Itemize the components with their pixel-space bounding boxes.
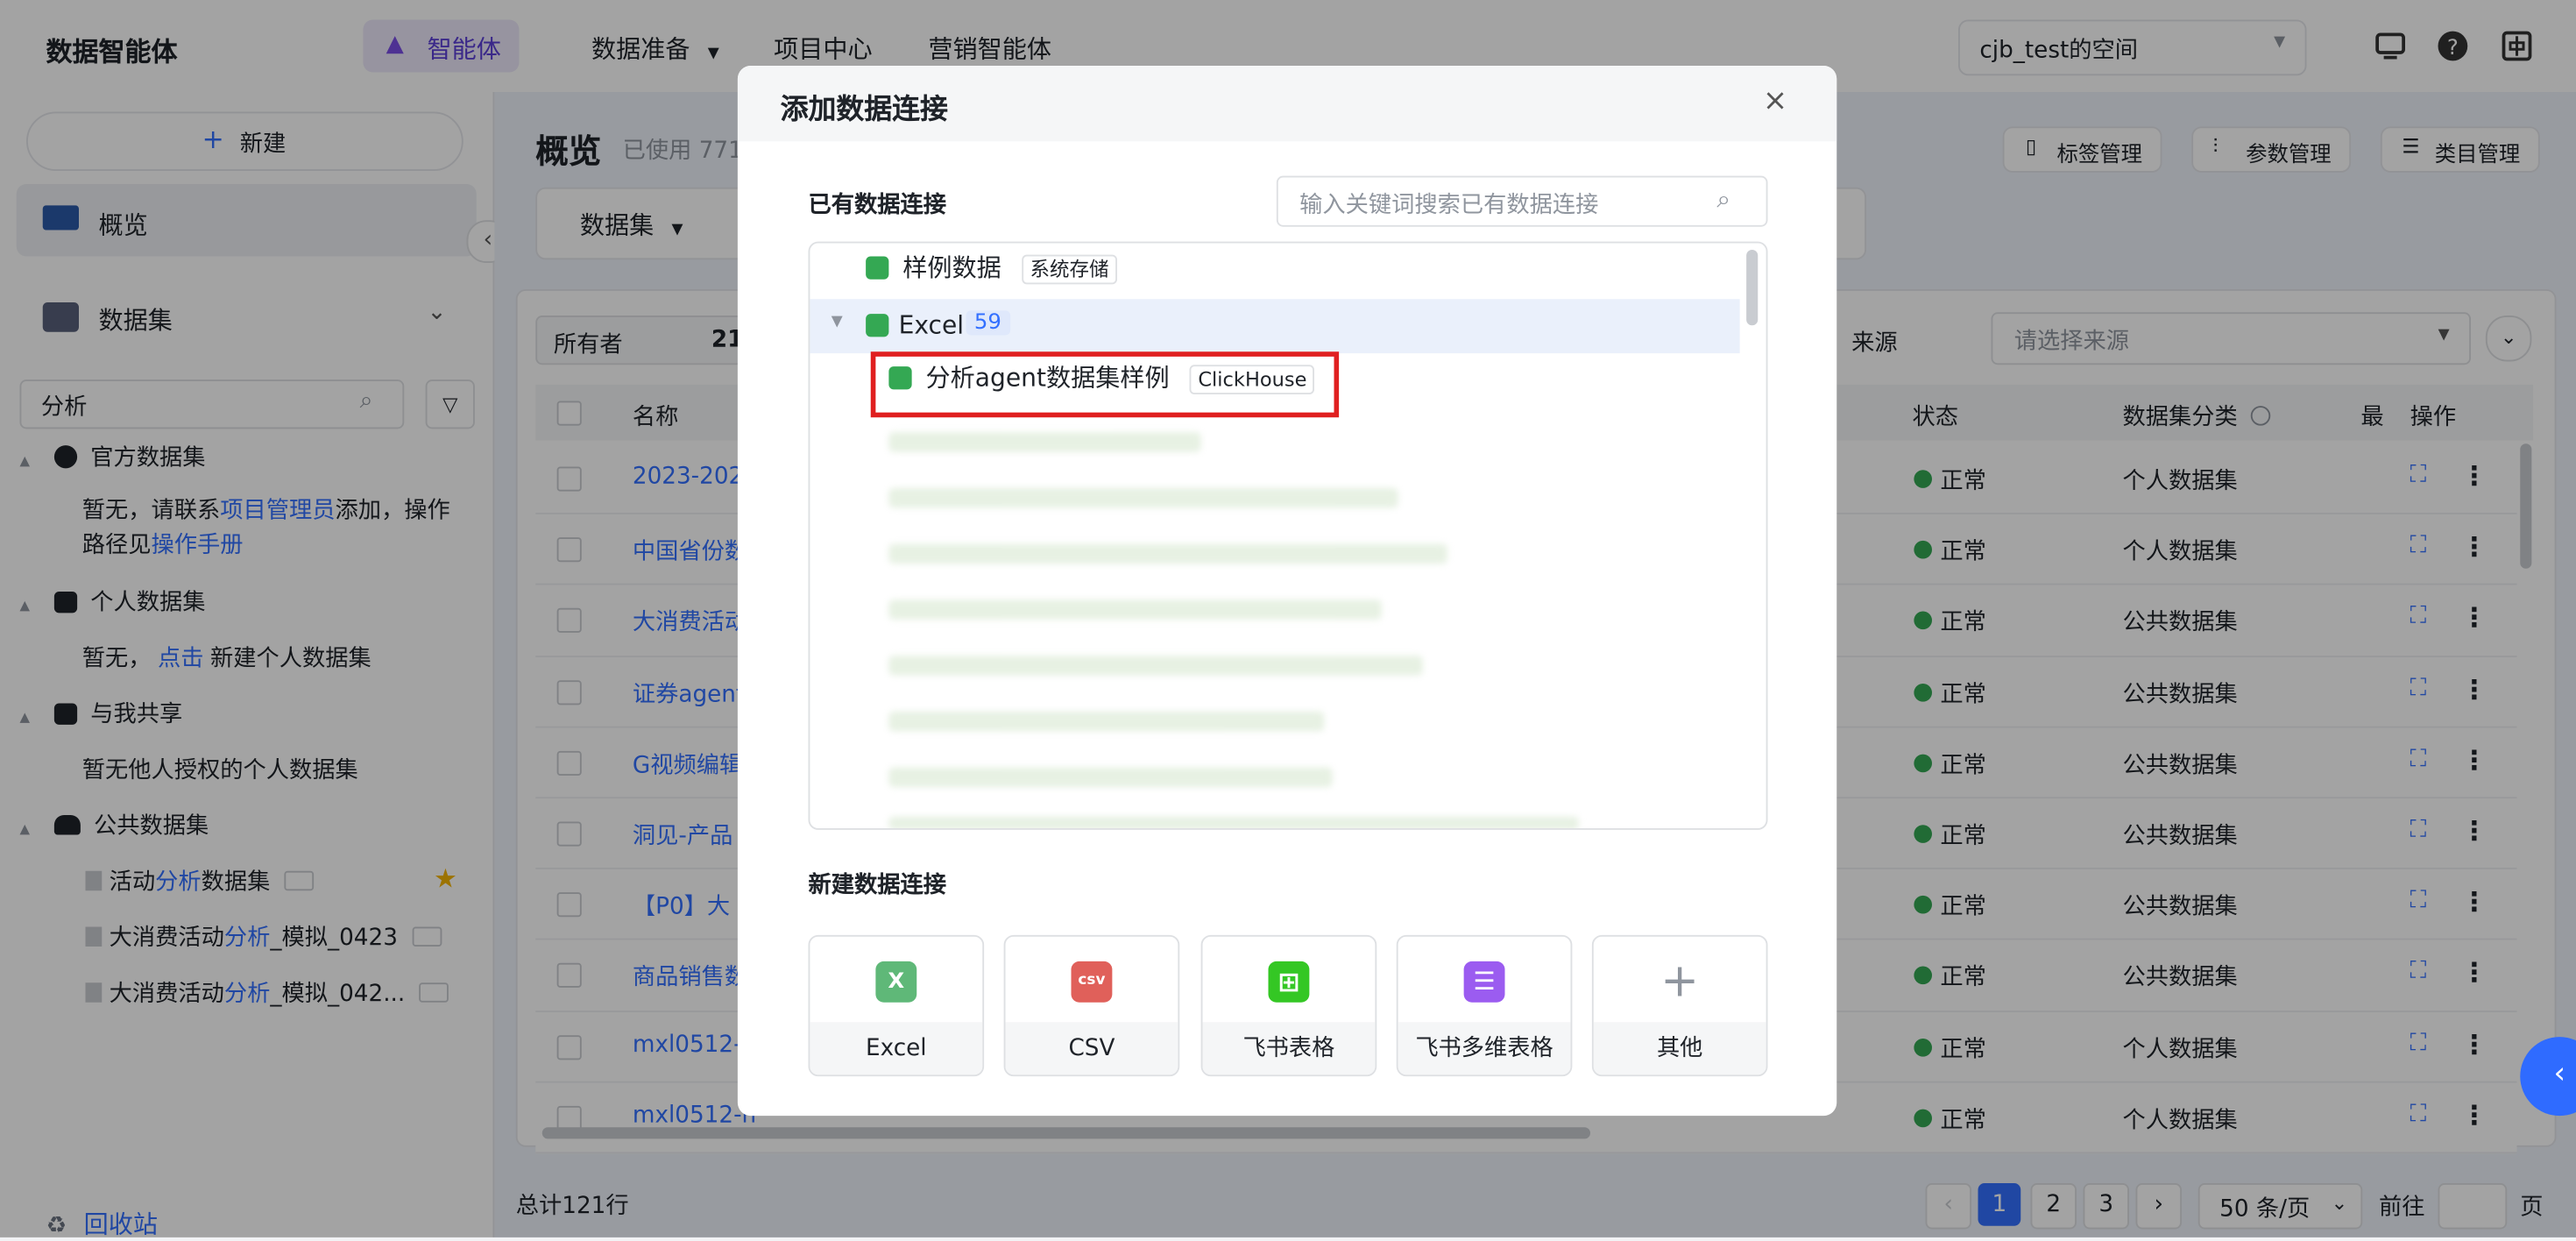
- existing-connections-label: 已有数据连接: [808, 192, 947, 219]
- bitable-icon: ☰: [1463, 961, 1505, 1003]
- new-excel-label: Excel: [810, 1022, 983, 1075]
- new-csv-label: CSV: [1005, 1022, 1178, 1075]
- excel-icon: [866, 314, 889, 337]
- blurred-connection-row[interactable]: [888, 599, 1382, 620]
- new-feishu-sheet-tile[interactable]: ⊞ 飞书表格: [1200, 934, 1377, 1077]
- dialog-title: 添加数据连接: [780, 93, 948, 127]
- connection-search-input[interactable]: 输入关键词搜索已有数据连接 ⌕: [1276, 175, 1768, 227]
- new-feishu-sheet-label: 飞书表格: [1202, 1022, 1376, 1075]
- highlight-box: [870, 351, 1340, 418]
- sample-data-icon: [866, 256, 889, 280]
- blurred-connection-row[interactable]: [888, 816, 1579, 828]
- tree-item-excel-label: Excel: [898, 310, 965, 341]
- close-icon[interactable]: ×: [1763, 84, 1787, 118]
- plus-icon: +: [1659, 953, 1701, 1008]
- blurred-connection-row[interactable]: [888, 487, 1398, 508]
- new-other-tile[interactable]: + 其他: [1591, 934, 1768, 1077]
- system-storage-tag: 系统存储: [1022, 254, 1117, 285]
- connection-tree: 样例数据 系统存储 ▼ Excel 59 分析agent数据集样例 ClickH…: [808, 241, 1768, 830]
- tree-item-excel-row[interactable]: ▼ Excel 59: [810, 299, 1740, 354]
- blurred-connection-row[interactable]: [888, 767, 1333, 788]
- grid-icon: ⊞: [1268, 961, 1310, 1003]
- add-data-connection-dialog: 添加数据连接 × 已有数据连接 输入关键词搜索已有数据连接 ⌕ 样例数据 系统存…: [737, 66, 1837, 1117]
- blurred-connection-row[interactable]: [888, 543, 1447, 564]
- connection-search-placeholder: 输入关键词搜索已有数据连接: [1299, 192, 1599, 219]
- new-feishu-bitable-label: 飞书多维表格: [1398, 1022, 1571, 1075]
- tree-item-sample[interactable]: 样例数据 系统存储: [866, 250, 1117, 293]
- expand-caret-icon[interactable]: ▼: [832, 314, 843, 330]
- new-feishu-bitable-tile[interactable]: ☰ 飞书多维表格: [1396, 934, 1573, 1077]
- tree-item-sample-label: 样例数据: [902, 252, 1001, 283]
- new-connection-label: 新建数据连接: [808, 872, 947, 899]
- new-other-label: 其他: [1593, 1022, 1766, 1075]
- blurred-connection-row[interactable]: [888, 432, 1201, 452]
- excel-count-badge: 59: [966, 310, 1010, 336]
- new-csv-tile[interactable]: csv CSV: [1003, 934, 1180, 1077]
- csv-icon: csv: [1071, 961, 1113, 1003]
- blurred-connection-row[interactable]: [888, 656, 1423, 676]
- blurred-connection-row[interactable]: [888, 711, 1325, 732]
- excel-icon: X: [875, 961, 917, 1003]
- tree-scrollbar[interactable]: [1746, 250, 1759, 326]
- new-excel-tile[interactable]: X Excel: [808, 934, 985, 1077]
- search-icon: ⌕: [1716, 184, 1731, 214]
